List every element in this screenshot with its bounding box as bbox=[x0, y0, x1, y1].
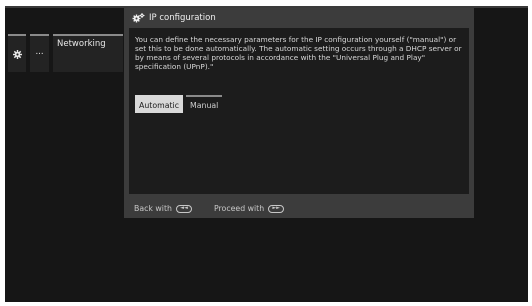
option-manual[interactable]: Manual bbox=[186, 95, 223, 113]
back-hint-label: Back with bbox=[134, 204, 172, 213]
proceed-hint-label: Proceed with bbox=[213, 204, 265, 213]
dialog-body: You can define the necessary parameters … bbox=[129, 28, 469, 194]
ip-mode-options: Automatic Manual bbox=[135, 95, 223, 113]
dialog-footer: Back with ◄◄ Proceed with ►► bbox=[134, 204, 285, 213]
breadcrumb-networking-label: Networking bbox=[57, 39, 106, 49]
option-automatic[interactable]: Automatic bbox=[135, 95, 183, 113]
rewind-button-icon: ◄◄ bbox=[175, 204, 192, 213]
breadcrumb-more-tile[interactable]: ... bbox=[30, 34, 49, 72]
breadcrumb-dots: ... bbox=[35, 47, 44, 57]
tv-screen: ... Networking IP configuration You can … bbox=[5, 6, 528, 302]
gear-icon bbox=[132, 13, 145, 23]
breadcrumb-settings-tile[interactable] bbox=[8, 34, 26, 72]
gear-icon bbox=[12, 49, 22, 59]
ip-configuration-dialog: IP configuration You can define the nece… bbox=[124, 8, 474, 218]
dialog-header: IP configuration bbox=[124, 8, 474, 28]
dialog-description: You can define the necessary parameters … bbox=[135, 35, 462, 72]
forward-button-icon: ►► bbox=[268, 204, 285, 213]
dialog-title: IP configuration bbox=[149, 13, 216, 23]
breadcrumb-networking-tile[interactable]: Networking bbox=[53, 34, 123, 72]
